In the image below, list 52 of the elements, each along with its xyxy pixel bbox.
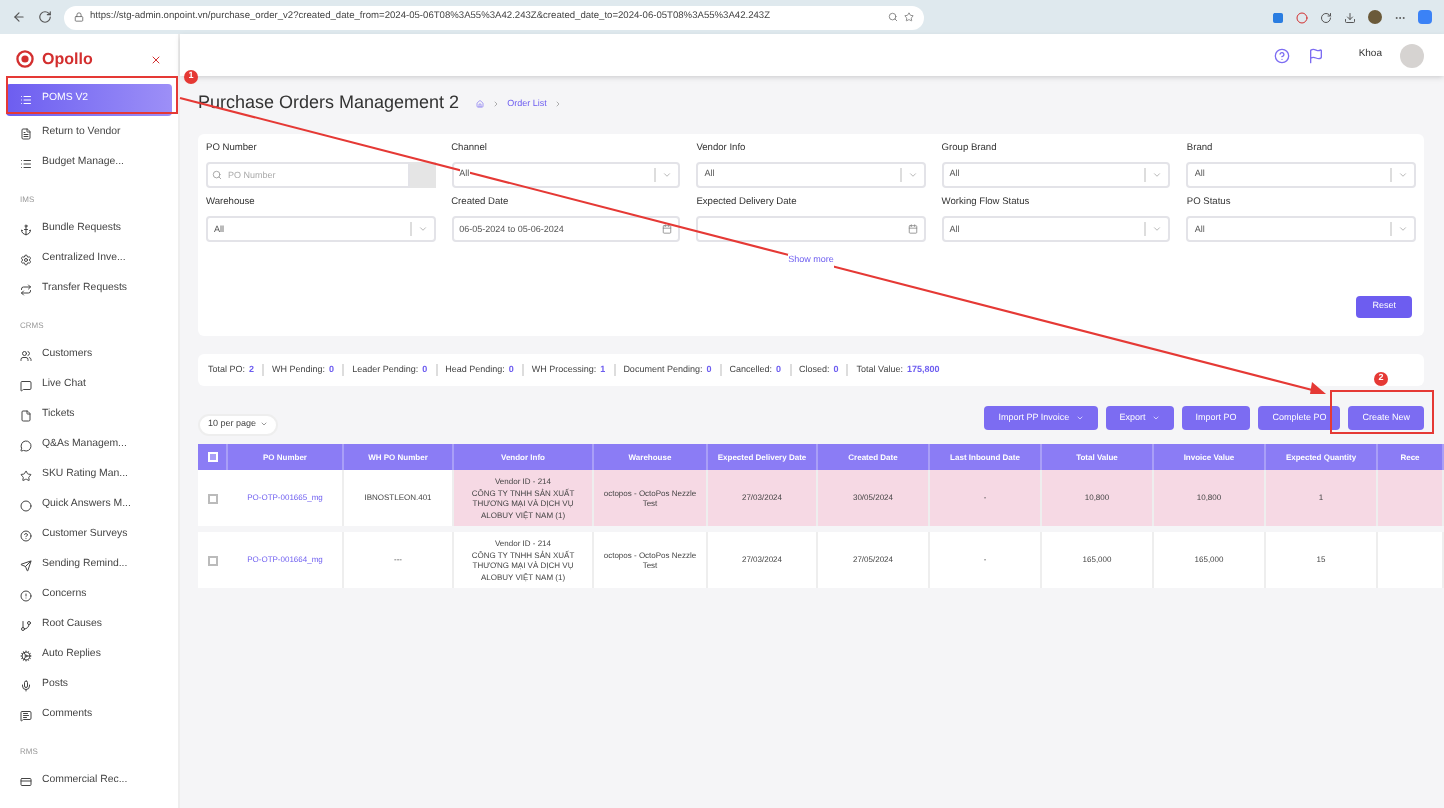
- help-icon[interactable]: [1274, 47, 1291, 63]
- menu-icon: [20, 127, 32, 139]
- logo-icon: [16, 50, 34, 68]
- menu-icon: [20, 529, 32, 541]
- menu-icon: [20, 283, 32, 295]
- header-checkbox[interactable]: [207, 452, 217, 462]
- chevron-icon: [1152, 170, 1163, 181]
- close-icon[interactable]: [150, 53, 162, 65]
- zoom-icon[interactable]: [888, 12, 898, 22]
- extension-icon[interactable]: [1320, 11, 1332, 23]
- reload-icon[interactable]: [38, 10, 52, 24]
- page-title: Purchase Orders Management 2: [198, 90, 460, 117]
- calendar-icon: [662, 224, 673, 235]
- lock-icon: [74, 12, 84, 22]
- chevron-icon: [1152, 224, 1163, 235]
- menu-icon: [20, 589, 32, 601]
- menu-icon: [20, 559, 32, 571]
- chevron-icon: [662, 170, 673, 181]
- logo-text: Opollo: [42, 47, 95, 71]
- menu-icon: [20, 349, 32, 361]
- search-button[interactable]: [409, 162, 436, 189]
- menu-icon: [20, 469, 32, 481]
- back-icon[interactable]: [12, 10, 26, 24]
- menu-icon: [20, 775, 32, 787]
- menu-icon: [20, 439, 32, 451]
- chevron-icon: [1397, 170, 1408, 181]
- download-icon[interactable]: [1344, 11, 1356, 23]
- chevron-icon: [1397, 224, 1408, 235]
- date-field[interactable]: [696, 216, 926, 243]
- menu-icon: [20, 379, 32, 391]
- calendar-icon: [907, 224, 918, 235]
- menu-icon: [20, 619, 32, 631]
- menu-icon: [20, 679, 32, 691]
- menu-icon: [20, 709, 32, 721]
- search-icon: [212, 170, 222, 181]
- menu-icon: [20, 94, 32, 106]
- chevron-icon: [907, 170, 918, 181]
- menu-icon: [20, 253, 32, 265]
- flag-icon[interactable]: [1308, 47, 1325, 63]
- menu-icon: [20, 499, 32, 511]
- chevron-icon: [417, 224, 428, 235]
- menu-icon: [20, 409, 32, 421]
- menu-icon: [20, 157, 32, 169]
- home-icon[interactable]: [475, 100, 484, 108]
- menu-icon: [20, 223, 32, 235]
- menu-icon: [20, 649, 32, 661]
- row-checkbox[interactable]: [208, 555, 218, 565]
- row-checkbox[interactable]: [208, 493, 218, 503]
- annotation-box: [1330, 390, 1434, 434]
- profile-icon[interactable]: [1368, 10, 1382, 24]
- copilot-icon[interactable]: [1418, 10, 1432, 24]
- star-icon[interactable]: [904, 12, 914, 22]
